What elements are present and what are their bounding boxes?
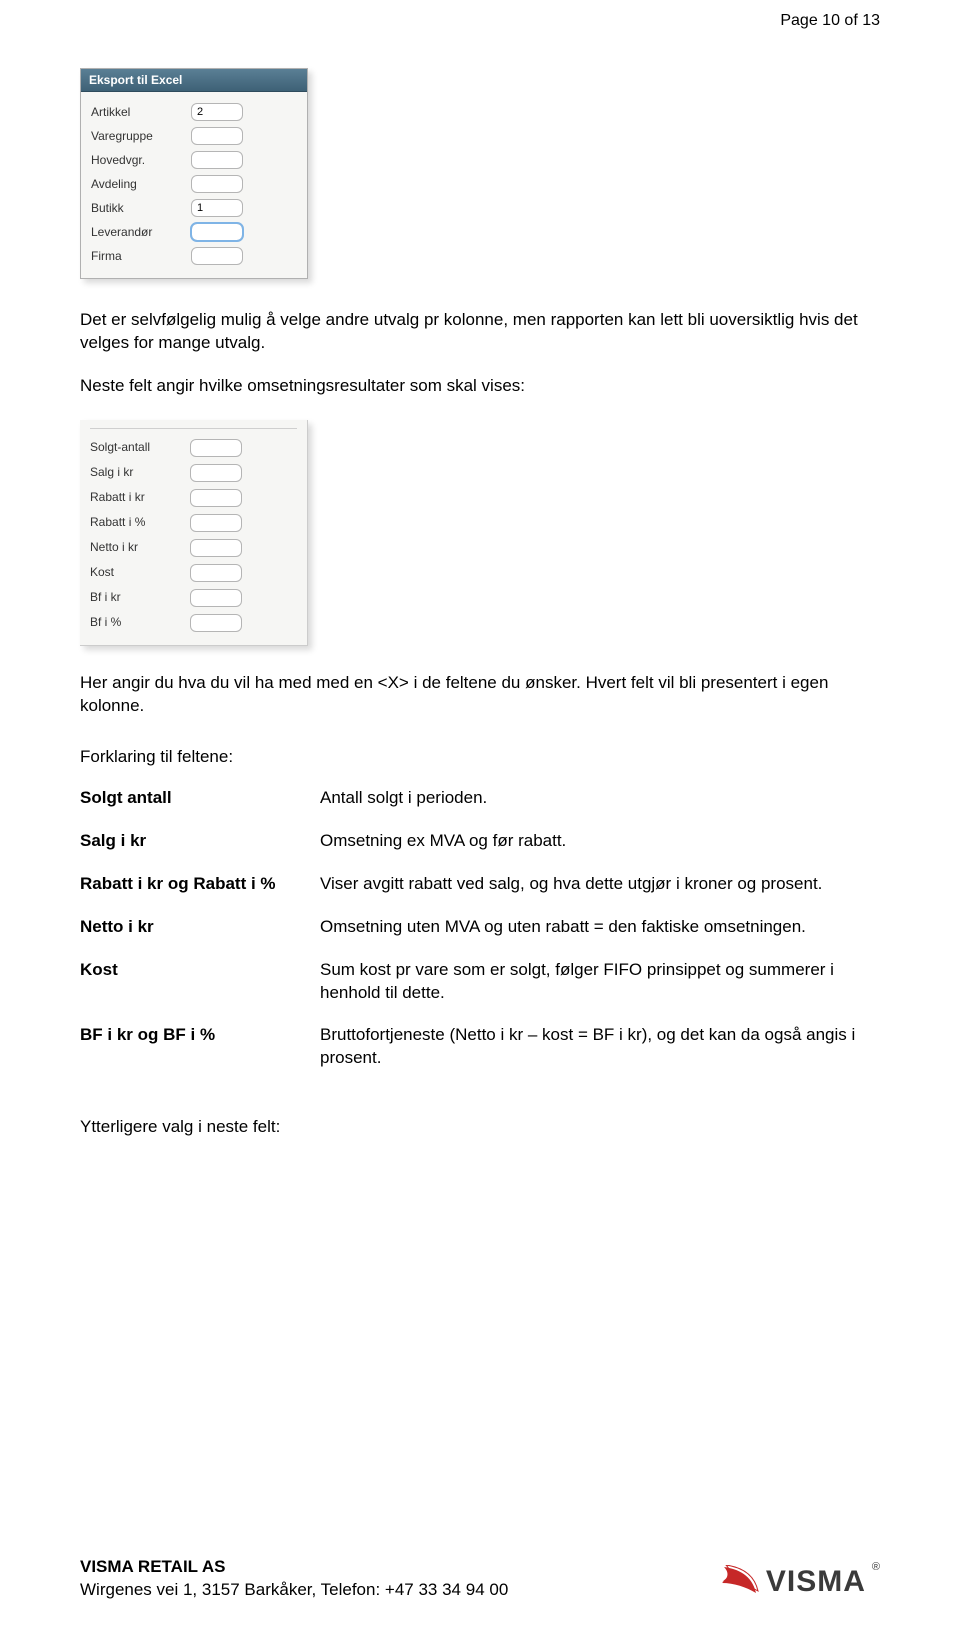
field-netto-kr[interactable] xyxy=(190,539,242,557)
term-solgt-antall: Solgt antall xyxy=(80,787,300,810)
row-rabatt-pct: Rabatt i % xyxy=(90,510,297,535)
label-netto-kr: Netto i kr xyxy=(90,539,190,555)
desc-bf: Bruttofortjeneste (Netto i kr – kost = B… xyxy=(320,1024,880,1070)
row-artikkel: Artikkel 2 xyxy=(91,100,297,124)
label-rabatt-pct: Rabatt i % xyxy=(90,514,190,530)
label-varegruppe: Varegruppe xyxy=(91,128,191,144)
label-bf-kr: Bf i kr xyxy=(90,589,190,605)
row-solgt-antall: Solgt-antall xyxy=(90,435,297,460)
label-kost: Kost xyxy=(90,564,190,580)
field-leverandor[interactable] xyxy=(191,223,243,241)
export-panel-body: Artikkel 2 Varegruppe Hovedvgr. Avdeling… xyxy=(81,92,307,278)
footer: VISMA RETAIL AS Wirgenes vei 1, 3157 Bar… xyxy=(80,1556,880,1602)
field-salg-kr[interactable] xyxy=(190,464,242,482)
label-avdeling: Avdeling xyxy=(91,176,191,192)
ytterligere-text: Ytterligere valg i neste felt: xyxy=(80,1116,880,1139)
term-bf: BF i kr og BF i % xyxy=(80,1024,300,1070)
desc-netto: Omsetning uten MVA og uten rabatt = den … xyxy=(320,916,880,939)
row-kost: Kost xyxy=(90,560,297,585)
export-panel-header: Eksport til Excel xyxy=(81,69,307,92)
company-name: VISMA RETAIL AS xyxy=(80,1556,508,1579)
field-bf-kr[interactable] xyxy=(190,589,242,607)
label-hovedvgr: Hovedvgr. xyxy=(91,152,191,168)
row-rabatt-kr: Rabatt i kr xyxy=(90,485,297,510)
row-leverandor: Leverandør xyxy=(91,220,297,244)
forklaring-title: Forklaring til feltene: xyxy=(80,746,880,769)
field-rabatt-pct[interactable] xyxy=(190,514,242,532)
desc-salg-kr: Omsetning ex MVA og før rabatt. xyxy=(320,830,880,853)
field-hovedvgr[interactable] xyxy=(191,151,243,169)
field-avdeling[interactable] xyxy=(191,175,243,193)
field-rabatt-kr[interactable] xyxy=(190,489,242,507)
row-bf-kr: Bf i kr xyxy=(90,585,297,610)
row-varegruppe: Varegruppe xyxy=(91,124,297,148)
desc-kost: Sum kost pr vare som er solgt, følger FI… xyxy=(320,959,880,1005)
field-varegruppe[interactable] xyxy=(191,127,243,145)
field-kost[interactable] xyxy=(190,564,242,582)
row-butikk: Butikk 1 xyxy=(91,196,297,220)
row-salg-kr: Salg i kr xyxy=(90,460,297,485)
label-artikkel: Artikkel xyxy=(91,104,191,120)
label-firma: Firma xyxy=(91,248,191,264)
paragraph-1: Det er selvfølgelig mulig å velge andre … xyxy=(80,309,880,355)
visma-logo-icon xyxy=(720,1565,760,1599)
footer-left: VISMA RETAIL AS Wirgenes vei 1, 3157 Bar… xyxy=(80,1556,508,1602)
field-bf-pct[interactable] xyxy=(190,614,242,632)
page-number: Page 10 of 13 xyxy=(780,10,880,32)
row-avdeling: Avdeling xyxy=(91,172,297,196)
row-bf-pct: Bf i % xyxy=(90,610,297,635)
term-netto: Netto i kr xyxy=(80,916,300,939)
paragraph-3: Her angir du hva du vil ha med med en <X… xyxy=(80,672,880,718)
row-netto-kr: Netto i kr xyxy=(90,535,297,560)
desc-rabatt: Viser avgitt rabatt ved salg, og hva det… xyxy=(320,873,880,896)
term-kost: Kost xyxy=(80,959,300,1005)
visma-logo: VISMA ® xyxy=(720,1562,880,1603)
term-salg-kr: Salg i kr xyxy=(80,830,300,853)
paragraph-2: Neste felt angir hvilke omsetningsresult… xyxy=(80,375,880,398)
label-solgt-antall: Solgt-antall xyxy=(90,439,190,455)
term-table: Solgt antall Antall solgt i perioden. Sa… xyxy=(80,787,880,1071)
field-butikk[interactable]: 1 xyxy=(191,199,243,217)
label-butikk: Butikk xyxy=(91,200,191,216)
export-panel: Eksport til Excel Artikkel 2 Varegruppe … xyxy=(80,68,308,279)
term-rabatt: Rabatt i kr og Rabatt i % xyxy=(80,873,300,896)
label-rabatt-kr: Rabatt i kr xyxy=(90,489,190,505)
divider xyxy=(90,428,297,429)
row-firma: Firma xyxy=(91,244,297,268)
field-solgt-antall[interactable] xyxy=(190,439,242,457)
row-hovedvgr: Hovedvgr. xyxy=(91,148,297,172)
desc-solgt-antall: Antall solgt i perioden. xyxy=(320,787,880,810)
label-bf-pct: Bf i % xyxy=(90,614,190,630)
registered-mark: ® xyxy=(872,1560,880,1575)
label-salg-kr: Salg i kr xyxy=(90,464,190,480)
results-panel: Solgt-antall Salg i kr Rabatt i kr Rabat… xyxy=(80,420,308,646)
field-firma[interactable] xyxy=(191,247,243,265)
field-artikkel[interactable]: 2 xyxy=(191,103,243,121)
label-leverandor: Leverandør xyxy=(91,224,191,240)
visma-logo-text: VISMA xyxy=(766,1562,866,1603)
company-address: Wirgenes vei 1, 3157 Barkåker, Telefon: … xyxy=(80,1579,508,1602)
